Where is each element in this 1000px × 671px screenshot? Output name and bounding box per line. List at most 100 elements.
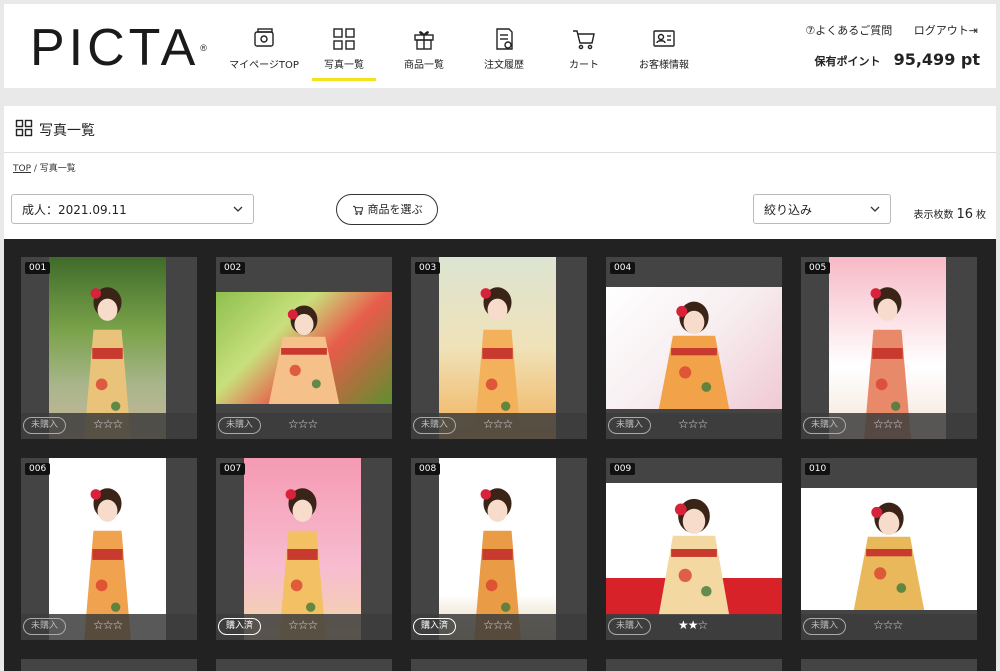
star-icon[interactable]: ☆ [493,417,504,431]
star-rating[interactable]: ☆☆☆ [288,417,319,431]
star-icon[interactable]: ☆ [93,618,104,632]
kimono-figure-image [84,488,131,640]
star-icon[interactable]: ☆ [483,417,494,431]
photo-thumbnail[interactable] [49,257,166,439]
photo-card-footer: 購入済 ☆☆☆ [216,614,392,640]
star-icon[interactable]: ☆ [308,618,319,632]
star-icon[interactable]: ☆ [893,417,904,431]
kimono-figure-image [474,488,521,640]
photo-card-partial[interactable] [411,659,587,671]
header-links: ⑦よくあるご質問 ログアウト⇥ [787,22,978,38]
photo-thumbnail[interactable] [439,257,556,439]
star-icon[interactable]: ★ [688,618,699,632]
photo-card-footer: 未購入 ☆☆☆ [411,413,587,439]
purchase-status-badge: 未購入 [413,417,457,434]
star-icon[interactable]: ☆ [308,417,319,431]
star-icon[interactable]: ☆ [298,417,309,431]
photo-thumbnail[interactable] [244,458,361,640]
photo-card-partial[interactable] [216,659,392,671]
photo-thumbnail[interactable] [49,458,166,640]
photo-card-footer: 購入済 ☆☆☆ [411,614,587,640]
photo-card-002[interactable]: 002 未購入 ☆☆☆ [216,257,392,439]
photo-card-008[interactable]: 008 購入済 ☆☆☆ [411,458,587,640]
star-icon[interactable]: ☆ [93,417,104,431]
photo-card-006[interactable]: 006 未購入 ☆☆☆ [21,458,197,640]
star-icon[interactable]: ☆ [503,417,514,431]
star-rating[interactable]: ☆☆☆ [288,618,319,632]
filter-select[interactable]: 絞り込み [753,194,891,224]
star-icon[interactable]: ☆ [873,618,884,632]
star-rating[interactable]: ★★☆ [678,618,709,632]
photo-card-partial[interactable] [801,659,977,671]
photo-number: 003 [415,262,441,274]
photo-card-001[interactable]: 001 未購入 ☆☆☆ [21,257,197,439]
photo-number: 004 [610,262,636,274]
star-rating[interactable]: ☆☆☆ [873,618,904,632]
picta-logo[interactable]: PICTA® [30,20,207,76]
nav-customer-info[interactable]: お客様情報 [614,22,714,82]
purchase-status-badge: 未購入 [218,417,262,434]
photo-card-005[interactable]: 005 未購入 ☆☆☆ [801,257,977,439]
photo-card-footer: 未購入 ☆☆☆ [801,413,977,439]
star-icon[interactable]: ☆ [883,417,894,431]
star-icon[interactable]: ☆ [113,618,124,632]
photo-card-009[interactable]: 009 未購入 ★★☆ [606,458,782,640]
photo-thumbnail[interactable] [216,292,392,404]
photo-thumbnail[interactable] [606,287,782,409]
star-icon[interactable]: ☆ [493,618,504,632]
kimono-figure-image [268,305,340,404]
photo-card-010[interactable]: 010 未購入 ☆☆☆ [801,458,977,640]
star-icon[interactable]: ☆ [288,417,299,431]
photo-number: 009 [610,463,636,475]
star-rating[interactable]: ☆☆☆ [678,417,709,431]
cart-icon [352,205,363,215]
star-icon[interactable]: ☆ [678,417,689,431]
star-icon[interactable]: ☆ [483,618,494,632]
kimono-figure-image [84,287,131,439]
photo-thumbnail[interactable] [829,257,946,439]
star-icon[interactable]: ☆ [688,417,699,431]
photo-thumbnail[interactable] [606,483,782,615]
points-value: 95,499 pt [893,50,980,69]
display-count: 表示枚数 16 枚 [913,207,986,222]
logout-link[interactable]: ログアウト⇥ [914,24,978,37]
star-icon[interactable]: ☆ [113,417,124,431]
purchase-status-badge: 購入済 [218,618,262,635]
photo-card-003[interactable]: 003 未購入 ☆☆☆ [411,257,587,439]
star-icon[interactable]: ☆ [698,618,709,632]
star-icon[interactable]: ☆ [893,618,904,632]
gift-icon [414,31,434,50]
star-rating[interactable]: ☆☆☆ [483,618,514,632]
photo-card-footer: 未購入 ☆☆☆ [216,413,392,439]
star-rating[interactable]: ☆☆☆ [483,417,514,431]
purchase-status-badge: 未購入 [803,417,847,434]
star-icon[interactable]: ☆ [503,618,514,632]
faq-link[interactable]: ⑦よくあるご質問 [805,24,892,37]
photo-grid-icon [333,28,355,50]
star-icon[interactable]: ☆ [873,417,884,431]
photo-thumbnail[interactable] [439,458,556,640]
photo-card-007[interactable]: 007 購入済 ☆☆☆ [216,458,392,640]
star-rating[interactable]: ☆☆☆ [93,618,124,632]
purchase-status-badge: 未購入 [608,618,652,635]
star-icon[interactable]: ★ [678,618,689,632]
photo-number: 005 [805,262,831,274]
star-icon[interactable]: ☆ [698,417,709,431]
star-rating[interactable]: ☆☆☆ [93,417,124,431]
star-icon[interactable]: ☆ [883,618,894,632]
kimono-figure-image [474,287,521,439]
star-icon[interactable]: ☆ [288,618,299,632]
photo-card-partial[interactable] [606,659,782,671]
star-icon[interactable]: ☆ [103,618,114,632]
star-icon[interactable]: ☆ [298,618,309,632]
purchase-status-badge: 未購入 [608,417,652,434]
photo-card-partial[interactable] [21,659,197,671]
star-icon[interactable]: ☆ [103,417,114,431]
photo-thumbnail[interactable] [801,488,977,610]
album-select[interactable]: 成人：2021.09.11 [11,194,254,224]
select-product-button[interactable]: 商品を選ぶ [336,194,438,225]
photo-card-004[interactable]: 004 未購入 ☆☆☆ [606,257,782,439]
breadcrumb-top-link[interactable]: TOP [13,164,31,174]
site-header: PICTA® マイページTOP 写真一覧 商品一覧 注文履歴 カート お客様情報… [4,4,996,88]
star-rating[interactable]: ☆☆☆ [873,417,904,431]
